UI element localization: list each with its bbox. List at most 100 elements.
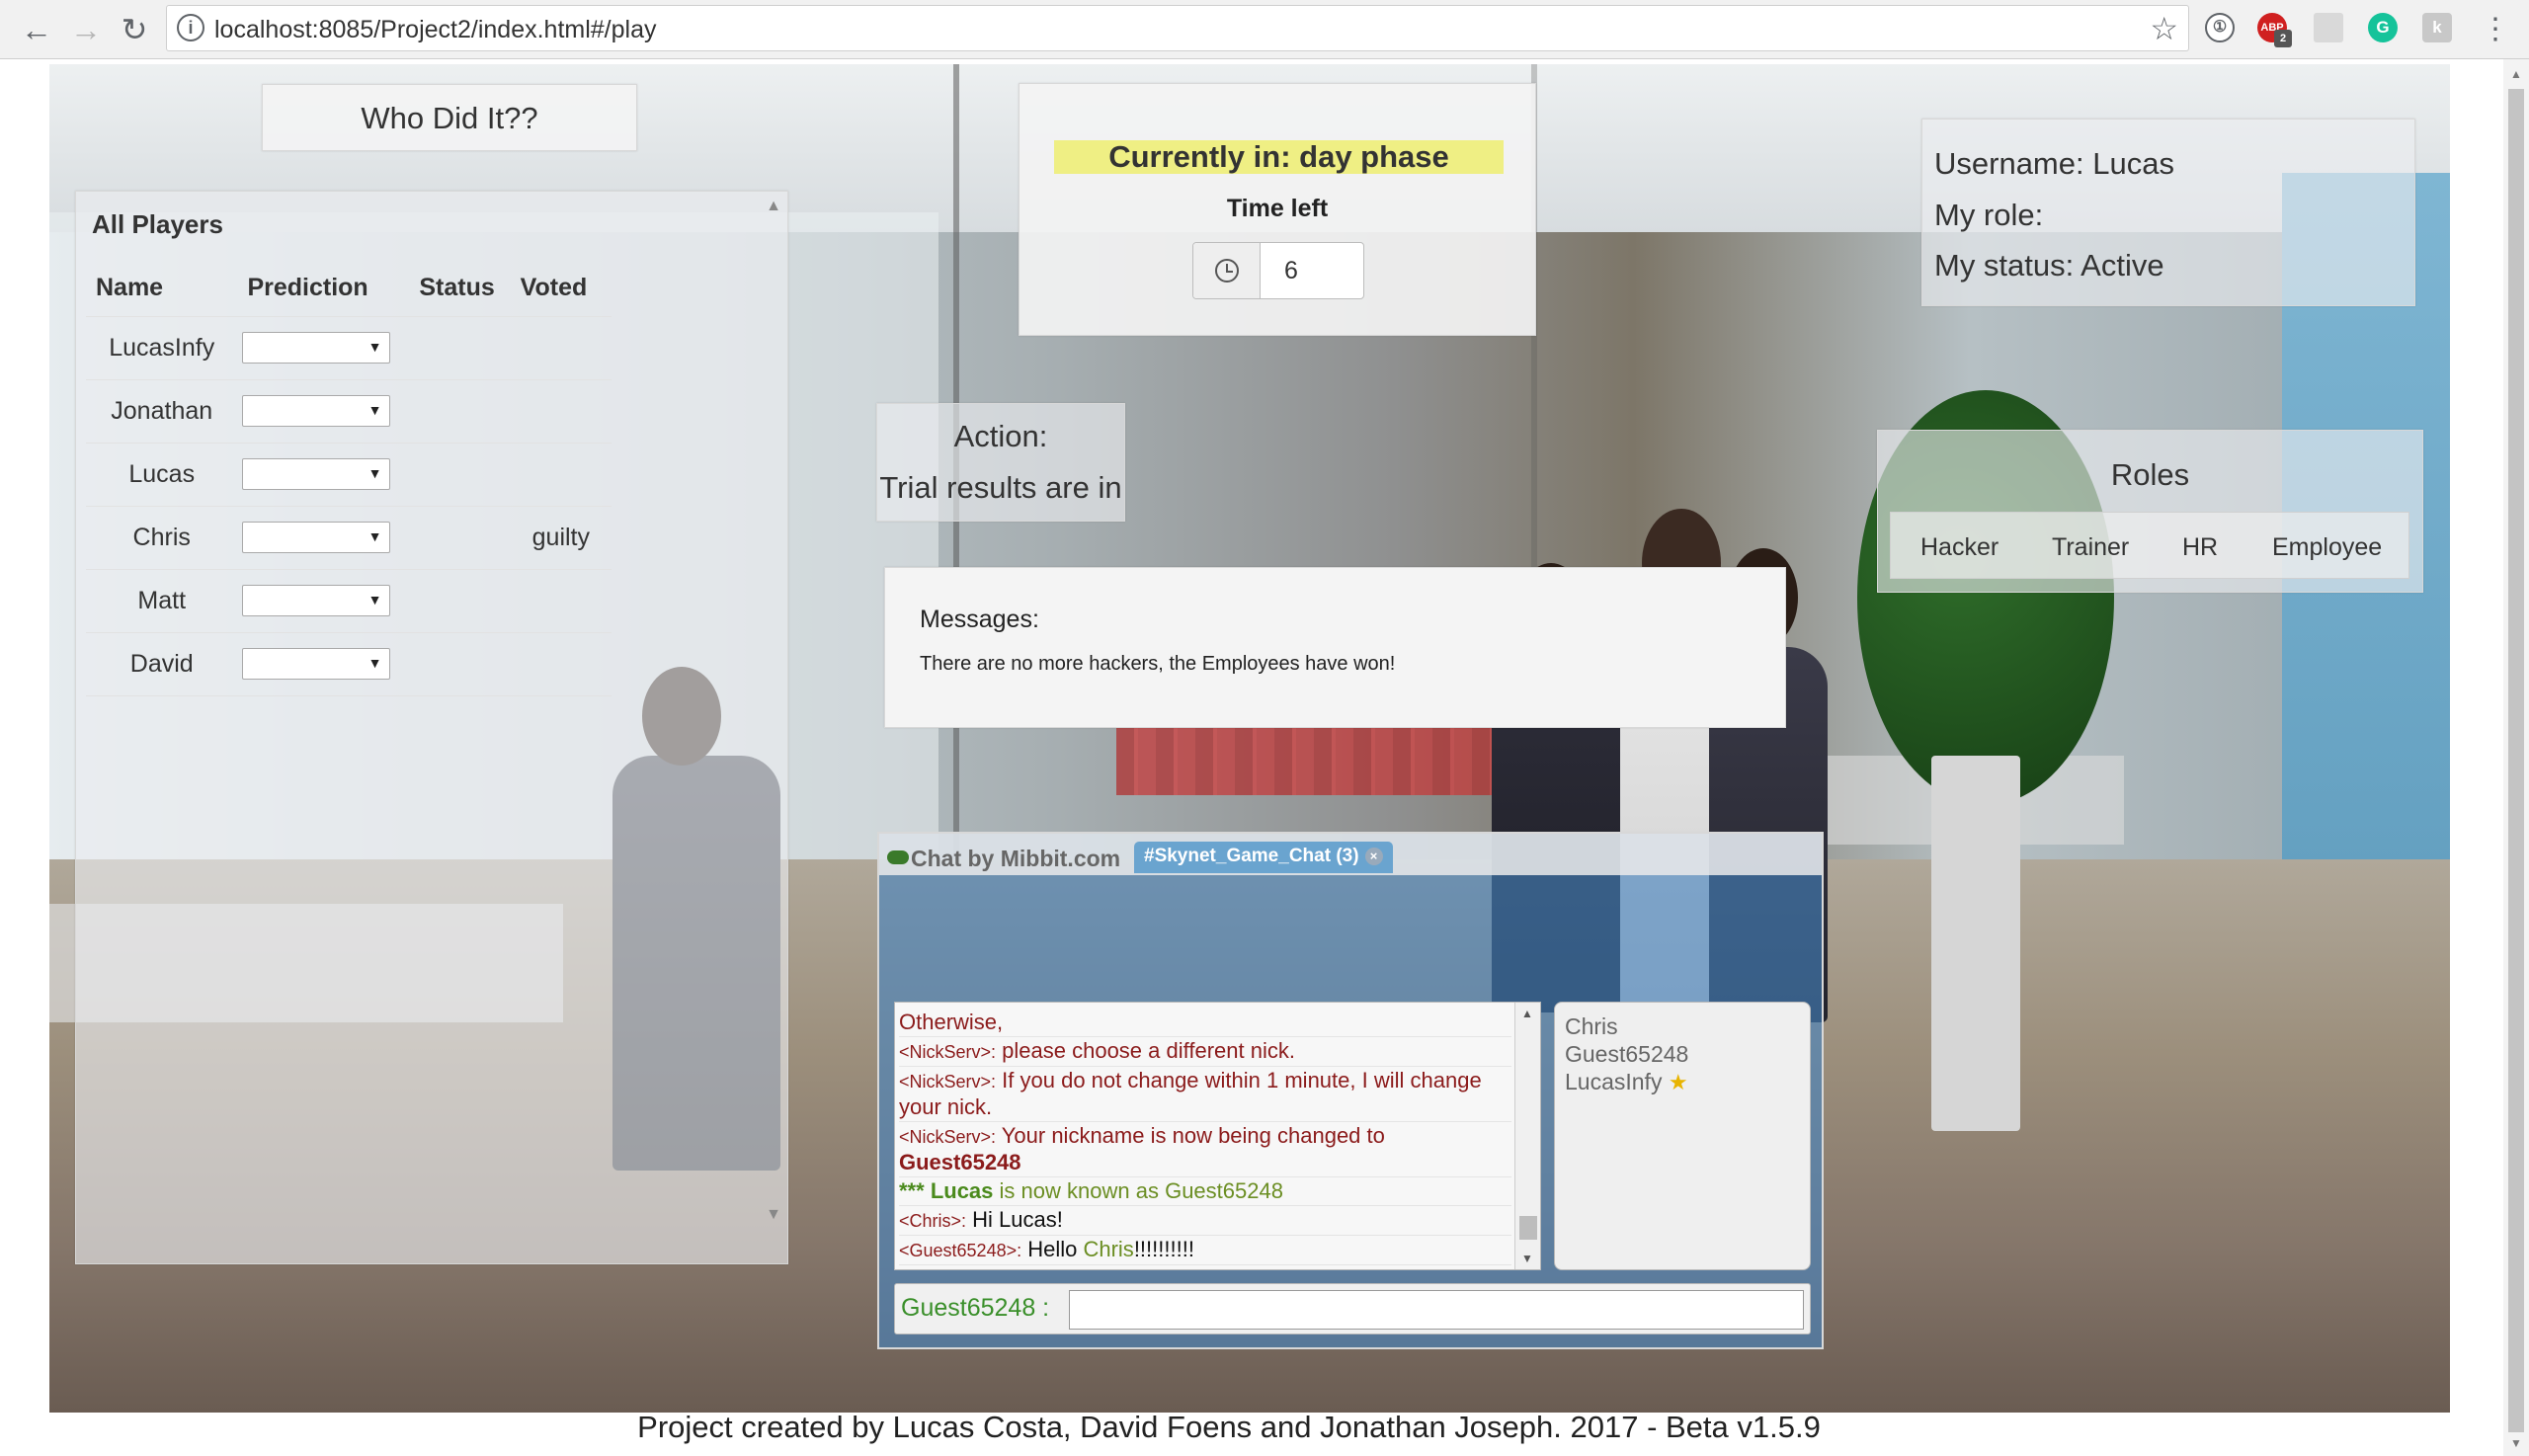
column-header-prediction: Prediction [237,261,410,317]
player-name: Chris [86,506,238,570]
scrollbar-thumb[interactable] [1519,1216,1537,1240]
page-title: Who Did It?? [262,84,637,151]
player-name: David [86,632,238,696]
dropdown-arrow-icon: ▼ [367,528,382,544]
table-row: Lucas ▼ [86,443,612,507]
prediction-select[interactable]: ▼ [242,648,391,680]
player-status [409,632,511,696]
chat-tab-bar: Chat by Mibbit.com #Skynet_Game_Chat (3)… [879,834,1822,875]
timer-display: 6 [1192,242,1364,299]
chat-channel-tab[interactable]: #Skynet_Game_Chat (3) × [1134,842,1393,873]
chat-input[interactable] [1069,1290,1804,1330]
player-status [409,569,511,633]
table-row: Chris ▼ guilty [86,506,612,570]
forward-arrow-icon[interactable]: → [65,9,107,50]
table-row: Matt ▼ [86,569,612,633]
scrollbar-thumb[interactable] [2508,89,2524,1432]
roles-list: Hacker Trainer HR Employee [1890,512,2409,579]
players-table-header: Name Prediction Status Voted [86,261,612,317]
scroll-up-arrow-icon[interactable]: ▲ [1521,1007,1533,1020]
page-scrollbar[interactable]: ▲ ▼ [2503,59,2529,1456]
chat-message: Otherwise, [899,1009,1511,1037]
chat-user-item[interactable]: Chris [1565,1012,1800,1040]
chat-message: <NickServ>: If you do not change within … [899,1067,1511,1122]
chat-log-scrollbar[interactable]: ▲ ▼ [1514,1003,1540,1269]
chat-user-item[interactable]: LucasInfy ★ [1565,1068,1800,1096]
action-panel: Action: Trial results are in [876,403,1125,522]
roles-panel: Roles Hacker Trainer HR Employee [1877,430,2423,593]
dropdown-arrow-icon: ▼ [367,465,382,481]
chat-message: <NickServ>: please choose a different ni… [899,1037,1511,1067]
bookmark-star-icon[interactable]: ☆ [2150,10,2178,47]
browser-toolbar: ← → ↻ i localhost:8085/Project2/index.ht… [0,0,2529,59]
chat-input-row: Guest65248 : [894,1283,1811,1335]
players-heading: All Players [92,209,223,239]
chat-message: <Guest65248>: Hello Chris!!!!!!!!!! [899,1236,1511,1265]
player-voted [510,632,612,696]
close-icon[interactable]: × [1364,848,1383,865]
prediction-select[interactable]: ▼ [242,395,391,427]
password-manager-icon[interactable]: ① [2205,13,2235,42]
clock-icon [1215,259,1239,283]
role-employee: Employee [2272,533,2383,561]
extension-icon[interactable]: k [2422,13,2452,42]
url-text: localhost:8085/Project2/index.html#/play [214,16,657,43]
prediction-select[interactable]: ▼ [242,458,391,490]
time-left-label: Time left [1226,195,1329,222]
mibbit-logo-icon [887,850,909,864]
action-text: Trial results are in [879,470,1122,505]
player-voted [510,443,612,507]
grammarly-icon[interactable]: G [2368,13,2398,42]
dropdown-arrow-icon: ▼ [367,339,382,355]
phase-panel: Currently in: day phase Time left 6 [1019,83,1536,336]
menu-kebab-icon[interactable]: ⋮ [2475,9,2516,50]
chat-message: <Chris>: Hi Lucas! [899,1206,1511,1236]
prediction-select[interactable]: ▼ [242,332,391,364]
chat-brand[interactable]: Chat by Mibbit.com [887,846,1120,872]
player-status [409,379,511,444]
scroll-up-arrow-icon[interactable]: ▲ [766,198,781,215]
player-voted [510,569,612,633]
back-arrow-icon[interactable]: ← [16,9,57,50]
player-status [409,506,511,570]
players-panel[interactable]: All Players ▲ ▼ Name Prediction Status V… [75,191,788,1264]
prediction-select[interactable]: ▼ [242,522,391,553]
chat-widget: Chat by Mibbit.com #Skynet_Game_Chat (3)… [877,832,1824,1349]
phase-banner: Currently in: day phase [1054,140,1504,174]
scroll-down-arrow-icon[interactable]: ▼ [1521,1252,1533,1265]
extension-puzzle-icon[interactable] [2314,13,2343,42]
player-voted: guilty [510,506,612,570]
scroll-down-arrow-icon[interactable]: ▼ [2510,1436,2522,1450]
messages-label: Messages: [920,606,1039,633]
chat-message: <NickServ>: Your nickname is now being c… [899,1122,1511,1177]
column-header-status: Status [409,261,511,317]
info-icon[interactable]: i [177,14,204,41]
column-header-name: Name [86,261,238,317]
reload-icon[interactable]: ↻ [114,9,155,50]
timer-value: 6 [1284,257,1298,284]
player-name: LucasInfy [86,316,238,380]
dropdown-arrow-icon: ▼ [367,402,382,418]
role-hr: HR [2182,533,2219,561]
user-info-panel: Username: Lucas My role: My status: Acti… [1921,119,2415,306]
role-text: My role: [1934,198,2044,232]
status-text: My status: Active [1934,248,2164,283]
username-text: Username: Lucas [1934,146,2174,181]
role-hacker: Hacker [1920,533,1999,561]
chat-log[interactable]: Otherwise, <NickServ>: please choose a d… [894,1002,1541,1270]
chat-nick-label: Guest65248 : [901,1294,1050,1322]
dropdown-arrow-icon: ▼ [367,592,382,607]
prediction-select[interactable]: ▼ [242,585,391,616]
action-label: Action: [953,419,1048,453]
players-table: Name Prediction Status Voted LucasInfy ▼… [86,261,612,696]
chat-user-list: Chris Guest65248 LucasInfy ★ [1554,1002,1811,1270]
role-trainer: Trainer [2052,533,2130,561]
column-header-voted: Voted [510,261,612,317]
chat-user-item[interactable]: Guest65248 [1565,1040,1800,1068]
player-status [409,316,511,380]
address-bar[interactable]: i localhost:8085/Project2/index.html#/pl… [166,5,2189,51]
scroll-down-arrow-icon[interactable]: ▼ [766,1206,781,1224]
scroll-up-arrow-icon[interactable]: ▲ [2510,67,2522,81]
player-name: Matt [86,569,238,633]
player-voted [510,316,612,380]
